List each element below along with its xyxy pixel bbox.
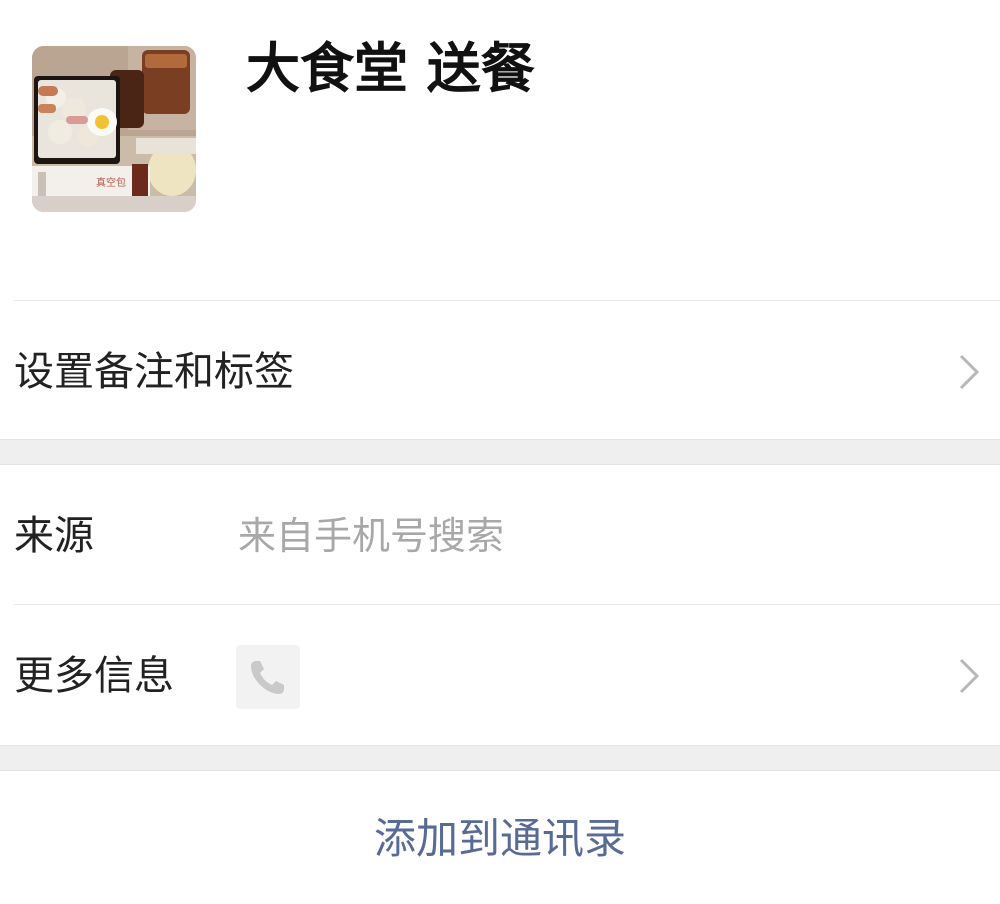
profile-header: 真空包 大食堂 送餐 [0,0,1000,300]
section-gap [0,439,1000,465]
food-photo-avatar-icon: 真空包 [32,46,196,212]
source-row: 来源 来自手机号搜索 [0,465,1000,604]
svg-text:真空包: 真空包 [96,176,126,189]
remarks-tags-row[interactable]: 设置备注和标签 [0,301,1000,439]
add-to-contacts-button[interactable]: 添加到通讯录 [0,811,1000,867]
contact-name: 大食堂 送餐 [246,37,535,100]
more-info-row[interactable]: 更多信息 [0,605,1000,745]
section-gap [0,745,1000,771]
remarks-tags-label: 设置备注和标签 [14,349,294,395]
chevron-right-icon [959,658,980,694]
chevron-right-icon [959,354,980,390]
more-info-label: 更多信息 [14,653,174,699]
phone-icon [236,645,300,709]
source-value: 来自手机号搜索 [238,514,505,558]
action-row: 添加到通讯录 [0,771,1000,904]
avatar[interactable]: 真空包 [32,46,196,212]
source-label: 来源 [14,513,94,559]
